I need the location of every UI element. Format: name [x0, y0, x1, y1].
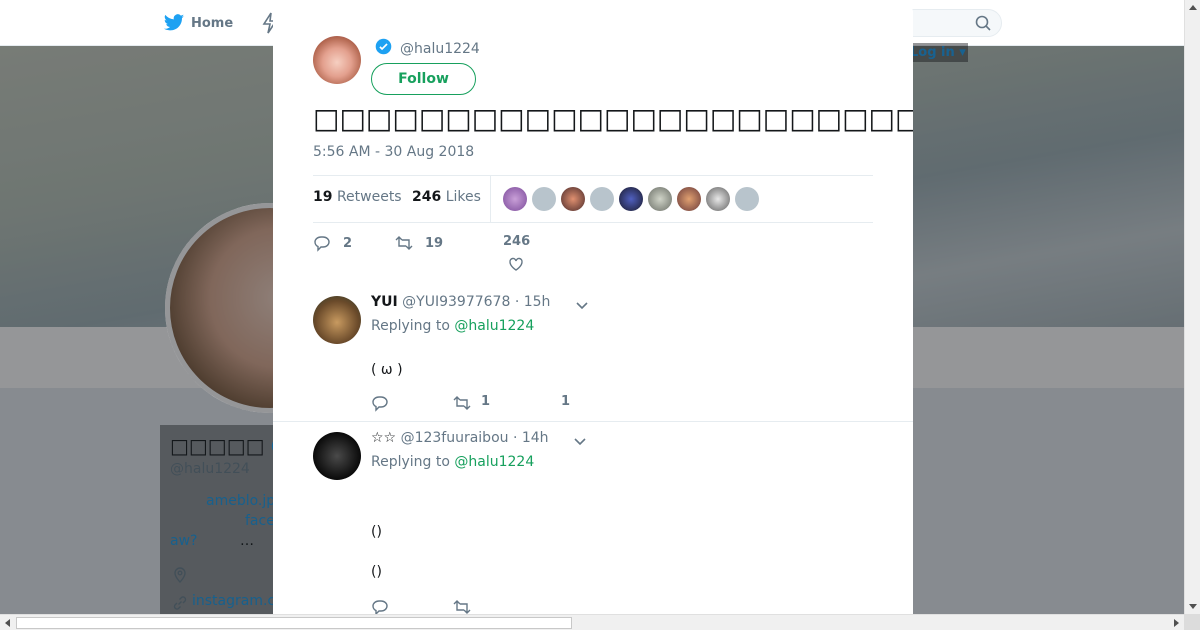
reply-actions	[371, 598, 771, 614]
overlay-shade	[160, 425, 273, 614]
reply-header: YUI @YUI93977678 · 15h	[371, 294, 551, 310]
tweet-actions: 2 19 246	[313, 234, 873, 274]
author-handle[interactable]: @halu1224	[400, 41, 480, 57]
retweets-stat[interactable]: 19 Retweets	[313, 189, 402, 205]
twitter-bird-icon	[163, 14, 185, 31]
retweet-icon	[395, 236, 413, 250]
liker-avatar[interactable]	[503, 187, 527, 211]
search-icon[interactable]	[975, 15, 991, 31]
likes-stat[interactable]: 246 Likes	[412, 189, 481, 205]
reply-actions: 1 1	[371, 394, 771, 418]
reply-text: ( ω )	[371, 362, 403, 378]
login-link[interactable]: Log in ▾	[908, 43, 968, 62]
scrollbar-thumb[interactable]	[16, 617, 572, 629]
replying-to: Replying to @halu1224	[371, 318, 535, 334]
tweet-stats: 19 Retweets 246 Likes	[313, 175, 873, 223]
reply-avatar[interactable]	[313, 296, 361, 344]
reply-like-count: 1	[561, 394, 571, 409]
liker-avatar[interactable]	[561, 187, 585, 211]
replying-to-link[interactable]: @halu1224	[454, 454, 534, 470]
horizontal-scrollbar[interactable]	[0, 614, 1184, 630]
tweet-timestamp[interactable]: 5:56 AM - 30 Aug 2018	[313, 144, 474, 160]
liker-avatar[interactable]	[590, 187, 614, 211]
replying-to-link[interactable]: @halu1224	[454, 318, 534, 334]
reply-icon	[314, 236, 330, 252]
close-icon[interactable]	[1154, 12, 1178, 36]
scroll-up-icon[interactable]	[1189, 4, 1197, 12]
liker-avatar[interactable]	[619, 187, 643, 211]
reply-icon[interactable]	[371, 598, 389, 614]
likers-avatars	[503, 187, 759, 211]
vertical-scrollbar[interactable]	[1184, 0, 1200, 614]
liker-avatar[interactable]	[706, 187, 730, 211]
scroll-right-icon[interactable]	[1172, 619, 1180, 627]
nav-home[interactable]: Home	[163, 12, 233, 34]
tweet-text: □□□□□□□□□□□□□□□□□□□□□□□□□□□□□□□□□□□□□□□□…	[313, 102, 913, 135]
retweet-button[interactable]: 19	[395, 234, 443, 252]
replying-to: Replying to @halu1224	[371, 454, 535, 470]
nav-home-label: Home	[191, 15, 234, 31]
liker-avatar[interactable]	[735, 187, 759, 211]
follow-button[interactable]: Follow	[371, 63, 476, 95]
reply-tweet[interactable]: ☆☆ @123fuuraibou · 14h Replying to @halu…	[273, 422, 913, 614]
chevron-down-icon[interactable]	[573, 434, 587, 448]
reply-tweet[interactable]: YUI @YUI93977678 · 15h Replying to @halu…	[273, 286, 913, 422]
liker-avatar[interactable]	[677, 187, 701, 211]
retweet-icon[interactable]	[453, 598, 471, 614]
reply-button[interactable]: 2	[313, 234, 352, 252]
reply-avatar[interactable]	[313, 432, 361, 480]
heart-icon	[509, 257, 523, 271]
scrollbar-corner	[1184, 614, 1200, 630]
liker-avatar[interactable]	[648, 187, 672, 211]
liker-avatar[interactable]	[532, 187, 556, 211]
tweet-modal: @halu1224 Follow □□□□□□□□□□□□□□□□□□□□□□□…	[273, 6, 913, 614]
chevron-down-icon[interactable]	[575, 298, 589, 312]
scroll-down-icon[interactable]	[1189, 602, 1197, 610]
reply-icon[interactable]	[371, 394, 389, 412]
reply-text: ()	[371, 564, 382, 580]
scroll-left-icon[interactable]	[4, 619, 12, 627]
reply-header: ☆☆ @123fuuraibou · 14h	[371, 430, 549, 446]
reply-text: ()	[371, 524, 382, 540]
search-input[interactable]	[900, 9, 1002, 37]
retweet-icon[interactable]	[453, 394, 471, 412]
reply-retweet-count: 1	[481, 394, 491, 409]
like-button[interactable]: 246	[503, 234, 530, 277]
author-avatar[interactable]	[313, 36, 361, 84]
divider	[490, 176, 491, 222]
verified-badge-icon	[375, 38, 392, 55]
